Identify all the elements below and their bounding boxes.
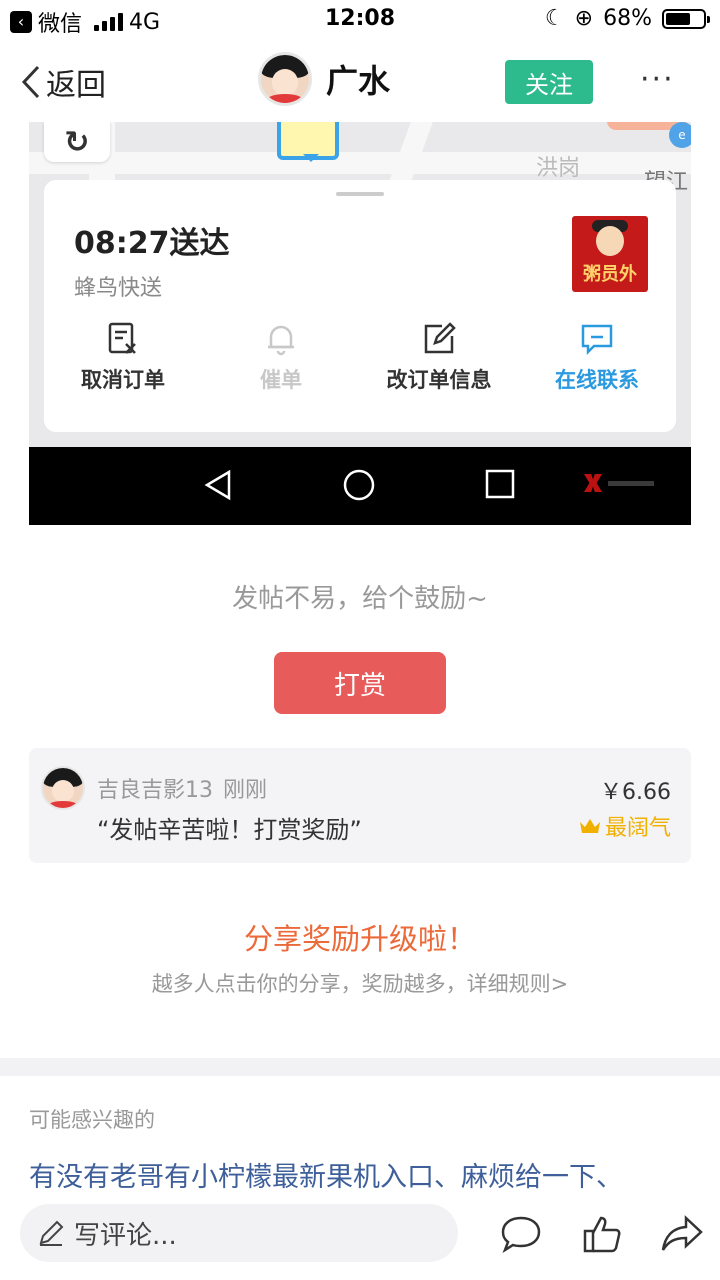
bottom-bar: 写评论...	[0, 1192, 720, 1280]
watermark-logo	[584, 474, 654, 492]
edit-icon	[422, 322, 456, 356]
action-label: 改订单信息	[386, 368, 492, 392]
delivery-eta: 08:27送达	[74, 226, 230, 261]
moon-icon: ☾	[544, 6, 565, 31]
reward-entry[interactable]: 吉良吉影13 刚刚 “发帖辛苦啦！打赏奖励” ￥6.66 最阔气	[29, 748, 691, 863]
reward-message: “发帖辛苦啦！打赏奖励”	[97, 816, 362, 844]
related-post-link[interactable]: 有没有老哥有小柠檬最新果机入口、麻烦给一下、	[29, 1155, 709, 1194]
crown-icon	[579, 819, 600, 833]
screen: ‹ 微信 4G 12:08 ☾ ⊕ 68% 返回 广水 关注 ··· e ↻ 洪…	[0, 0, 720, 1280]
reward-time: 刚刚	[223, 778, 268, 803]
shop-logo: 粥员外	[572, 216, 648, 292]
chevron-left-icon	[21, 65, 40, 99]
action-label: 取消订单	[81, 368, 165, 392]
reward-user-line: 吉良吉影13 刚刚	[97, 772, 267, 804]
share-rules-link[interactable]: 越多人点击你的分享，奖励越多，详细规则>	[0, 968, 720, 998]
shop-logo-text: 粥员外	[583, 264, 637, 285]
section-divider	[0, 1058, 720, 1076]
android-recents-icon	[485, 469, 515, 499]
rotation-lock-icon: ⊕	[574, 6, 594, 31]
avatar[interactable]	[41, 766, 85, 810]
avatar[interactable]	[258, 52, 312, 106]
battery-icon	[662, 8, 710, 29]
drag-handle	[336, 192, 384, 196]
contact-online-action: 在线联系	[518, 322, 676, 412]
comment-input[interactable]: 写评论...	[20, 1204, 458, 1262]
nav-bar: 返回 广水 关注 ···	[0, 40, 720, 122]
page-title: 广水	[326, 62, 391, 100]
cancel-order-icon	[106, 322, 140, 356]
badge-label: 最阔气	[604, 816, 671, 841]
android-home-icon	[343, 469, 375, 501]
edit-order-action: 改订单信息	[360, 322, 518, 412]
bell-icon	[264, 322, 298, 356]
back-label: 返回	[46, 68, 106, 103]
action-label: 催单	[260, 368, 302, 392]
share-title[interactable]: 分享奖励升级啦！	[0, 916, 720, 958]
android-nav-bar	[29, 447, 691, 525]
map-pin-icon	[277, 122, 339, 162]
urge-order-action: 催单	[202, 322, 360, 412]
follow-button[interactable]: 关注	[505, 60, 593, 104]
cancel-order-action: 取消订单	[44, 322, 202, 412]
refresh-icon: ↻	[44, 122, 110, 162]
map-location-icon: e	[669, 122, 691, 148]
battery-percent: 68%	[603, 6, 652, 31]
courier-name: 蜂鸟快送	[74, 276, 163, 301]
order-card: 08:27送达 蜂鸟快送 粥员外 取消订单 催单 改订单信息 在线联系	[44, 180, 676, 432]
reward-user-name[interactable]: 吉良吉影13	[97, 778, 213, 803]
share-icon[interactable]	[660, 1212, 704, 1256]
map-label: 洪岗	[536, 156, 581, 181]
reward-button[interactable]: 打赏	[274, 652, 446, 714]
status-right: ☾ ⊕ 68%	[544, 6, 710, 31]
comment-placeholder: 写评论...	[74, 1220, 177, 1251]
pen-icon	[39, 1220, 64, 1246]
post-image[interactable]: e ↻ 洪岗 望江 08:27送达 蜂鸟快送 粥员外 取消订单	[29, 122, 691, 525]
chat-icon	[580, 322, 614, 356]
reward-amount: ￥6.66	[600, 780, 671, 805]
order-actions: 取消订单 催单 改订单信息 在线联系	[44, 322, 676, 412]
like-icon[interactable]	[580, 1212, 624, 1256]
android-back-icon	[204, 469, 231, 501]
back-button[interactable]: 返回	[20, 60, 106, 104]
comment-icon[interactable]	[499, 1212, 543, 1256]
status-bar: ‹ 微信 4G 12:08 ☾ ⊕ 68%	[0, 0, 720, 40]
more-icon[interactable]: ···	[640, 62, 675, 97]
author-info[interactable]: 广水	[258, 52, 390, 106]
related-heading: 可能感兴趣的	[29, 1108, 155, 1132]
encourage-text: 发帖不易，给个鼓励~	[232, 584, 488, 614]
action-label: 在线联系	[555, 368, 639, 392]
reward-badge: 最阔气	[579, 810, 671, 842]
